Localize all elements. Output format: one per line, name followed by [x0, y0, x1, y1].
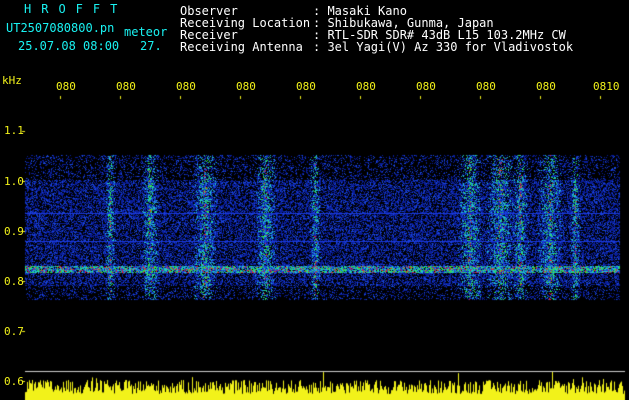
brand-title: HROFFT: [24, 2, 128, 16]
mode-label: meteor: [124, 25, 168, 39]
y-tick-0-7: 0.7: [4, 325, 24, 338]
y-tick-1-1: 1.1: [4, 124, 24, 137]
y-tick-0-8: 0.8: [4, 275, 24, 288]
x-tick-3: 080: [176, 80, 196, 93]
x-tick-7: 080: [416, 80, 436, 93]
x-tick-10: 0810: [593, 80, 620, 93]
y-tick-0-9: 0.9: [4, 225, 24, 238]
antenna-value: : 3el Yagi(V) Az 330 for Vladivostok: [313, 40, 574, 54]
x-tick-6: 080: [356, 80, 376, 93]
x-tick-2: 080: [116, 80, 136, 93]
y-tick-1-0: 1.0: [4, 175, 24, 188]
spectrogram-canvas: [0, 0, 629, 400]
y-axis-unit: kHz: [2, 74, 22, 87]
x-tick-5: 080: [296, 80, 316, 93]
antenna-label: Receiving Antenna: [180, 40, 303, 54]
y-tick-0-6: 0.6: [4, 375, 24, 388]
x-tick-1: 080: [56, 80, 76, 93]
file-name: UT2507080800.pn: [6, 21, 115, 35]
x-tick-9: 080: [536, 80, 556, 93]
date-time: 25.07.08 08:00: [18, 39, 120, 53]
detection-count: 27.: [140, 39, 162, 53]
x-tick-4: 080: [236, 80, 256, 93]
x-tick-8: 080: [476, 80, 496, 93]
